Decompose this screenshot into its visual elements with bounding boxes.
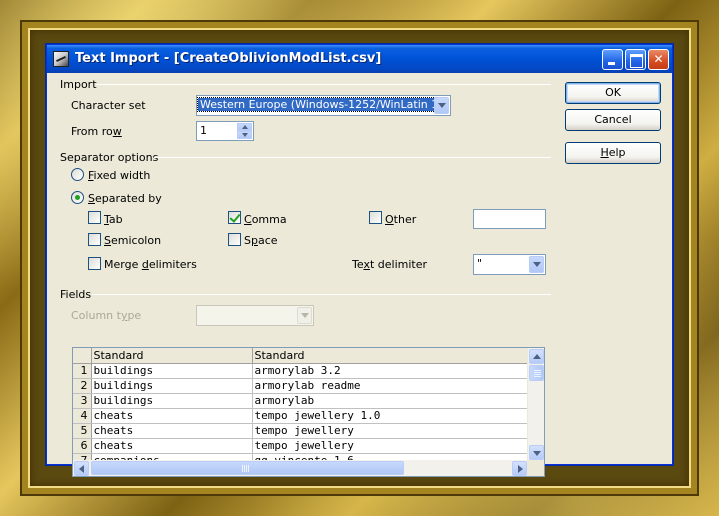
column-type-dropdown[interactable] [196, 305, 314, 326]
separator-section-label: Separator options [60, 151, 159, 164]
table-cell: buildings [91, 363, 253, 379]
chevron-down-icon [297, 307, 312, 324]
table-cell: tempo jewellery [252, 438, 529, 454]
column-header[interactable]: Standard [91, 348, 253, 364]
from-row-spinner[interactable]: 1 [196, 121, 254, 141]
vertical-scrollbar[interactable] [527, 348, 544, 461]
table-cell: cheats [91, 438, 253, 454]
import-divider [96, 84, 551, 85]
row-number: 1 [73, 363, 92, 379]
app-icon [53, 51, 69, 67]
separated-by-label[interactable]: Separated by [88, 192, 162, 205]
column-header[interactable]: Standard [252, 348, 529, 364]
scroll-left-icon[interactable] [74, 461, 89, 476]
window-title: Text Import - [CreateOblivionModList.csv… [75, 51, 382, 66]
table-row: 3 buildings armorylab [73, 393, 529, 409]
corner-header [73, 348, 92, 364]
table-cell: tempo jewellery 1.0 [252, 408, 529, 424]
spin-up-icon[interactable] [237, 123, 252, 131]
help-button[interactable]: Help [565, 142, 661, 164]
semicolon-label[interactable]: Semicolon [104, 234, 161, 247]
row-number: 6 [73, 438, 92, 454]
comma-checkbox[interactable] [228, 211, 241, 224]
table-cell: armorylab readme [252, 378, 529, 394]
comma-label[interactable]: Comma [244, 213, 287, 226]
horizontal-scroll-thumb[interactable] [91, 461, 404, 475]
table-row: 1 buildings armorylab 3.2 [73, 363, 529, 379]
table-cell: buildings [91, 378, 253, 394]
tab-checkbox[interactable] [88, 211, 101, 224]
spin-down-icon[interactable] [237, 131, 252, 139]
other-delimiter-input[interactable] [473, 209, 546, 229]
table-row: 5 cheats tempo jewellery [73, 423, 529, 439]
merge-delimiters-label[interactable]: Merge delimiters [104, 258, 197, 271]
table-cell: cheats [91, 408, 253, 424]
character-set-label: Character set [71, 99, 146, 112]
table-cell: tempo jewellery [252, 423, 529, 439]
scrollbar-corner [527, 460, 544, 476]
horizontal-scrollbar[interactable] [73, 460, 528, 476]
table-cell: cheats [91, 423, 253, 439]
minimize-button[interactable] [602, 49, 623, 70]
text-delimiter-label: Text delimiter [352, 258, 427, 271]
cancel-button[interactable]: Cancel [565, 109, 661, 131]
table-row: 4 cheats tempo jewellery 1.0 [73, 408, 529, 424]
space-label[interactable]: Space [244, 234, 278, 247]
space-checkbox[interactable] [228, 233, 241, 246]
chevron-down-icon[interactable] [434, 97, 449, 114]
close-button[interactable]: ✕ [648, 49, 669, 70]
semicolon-checkbox[interactable] [88, 233, 101, 246]
merge-delimiters-checkbox[interactable] [88, 257, 101, 270]
table-cell: buildings [91, 393, 253, 409]
import-section-label: Import [60, 78, 97, 91]
row-number: 5 [73, 423, 92, 439]
preview-table: Standard Standard 1 buildings armorylab … [73, 348, 529, 469]
row-number: 4 [73, 408, 92, 424]
header-row: Standard Standard [73, 348, 529, 364]
table-cell: armorylab 3.2 [252, 363, 529, 379]
character-set-dropdown[interactable]: Western Europe (Windows-1252/WinLatin 1) [196, 95, 451, 116]
separator-divider [154, 157, 551, 158]
from-row-value: 1 [200, 124, 207, 137]
chevron-down-icon[interactable] [529, 256, 544, 273]
fixed-width-radio[interactable] [71, 168, 84, 181]
scroll-down-icon[interactable] [529, 445, 544, 460]
fields-divider [92, 294, 551, 295]
other-checkbox[interactable] [369, 211, 382, 224]
ok-button[interactable]: OK [565, 82, 661, 104]
text-delimiter-value: " [477, 257, 483, 270]
scroll-right-icon[interactable] [512, 461, 527, 476]
from-row-label: From row [71, 125, 122, 138]
table-cell: armorylab [252, 393, 529, 409]
text-delimiter-dropdown[interactable]: " [473, 254, 546, 275]
maximize-button[interactable] [625, 49, 646, 70]
column-type-label: Column type [71, 309, 142, 322]
tab-label[interactable]: Tab [104, 213, 123, 226]
table-row: 6 cheats tempo jewellery [73, 438, 529, 454]
character-set-value: Western Europe (Windows-1252/WinLatin 1) [197, 97, 446, 112]
separated-by-radio[interactable] [71, 191, 84, 204]
fields-section-label: Fields [60, 288, 92, 301]
scroll-up-icon[interactable] [529, 349, 544, 364]
vertical-scroll-thumb[interactable] [529, 365, 544, 381]
table-row: 2 buildings armorylab readme [73, 378, 529, 394]
row-number: 3 [73, 393, 92, 409]
text-import-dialog: Text Import - [CreateOblivionModList.csv… [46, 44, 673, 477]
fixed-width-label[interactable]: Fixed width [88, 169, 150, 182]
field-preview-table[interactable]: Standard Standard 1 buildings armorylab … [72, 347, 545, 477]
other-label[interactable]: Other [385, 213, 416, 226]
title-bar[interactable]: Text Import - [CreateOblivionModList.csv… [47, 45, 672, 73]
row-number: 2 [73, 378, 92, 394]
